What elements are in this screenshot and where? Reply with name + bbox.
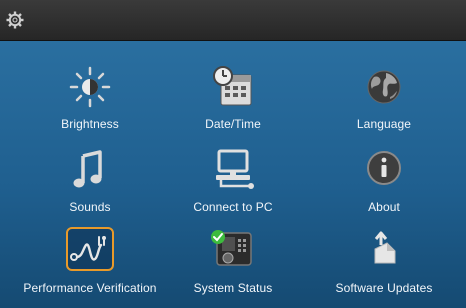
software-update-icon [374,231,396,264]
tile-date-time[interactable]: Date/Time [158,63,308,131]
tile-software-updates[interactable]: Software Updates [309,227,459,295]
tile-label: Brightness [61,117,119,131]
tile-label: Date/Time [205,117,261,131]
info-icon [367,151,401,185]
tile-label: Software Updates [335,281,433,295]
top-bar [0,0,466,41]
tile-label: Sounds [69,200,111,214]
tile-system-status[interactable]: System Status [158,227,308,295]
tile-label: About [368,200,400,214]
settings-screen: Brightness Date/Time Language Sounds Con… [0,0,466,308]
computer-icon [216,149,254,189]
tile-label: System Status [193,281,273,295]
tile-label: Connect to PC [193,200,273,214]
tile-performance-verification[interactable]: Performance Verification [15,227,165,295]
tile-sounds[interactable]: Sounds [15,146,165,214]
tile-language[interactable]: Language [309,63,459,131]
brightness-icon [69,66,111,108]
globe-icon [367,70,401,104]
tile-connect-to-pc[interactable]: Connect to PC [158,146,308,214]
settings-grid: Brightness Date/Time Language Sounds Con… [0,41,466,308]
tile-about[interactable]: About [309,146,459,214]
stethoscope-icon [70,236,106,261]
music-note-icon [73,150,102,188]
device-status-icon [211,230,252,266]
tile-brightness[interactable]: Brightness [15,63,165,131]
tile-label: Performance Verification [23,281,157,295]
calendar-clock-icon [213,66,252,106]
gear-icon[interactable] [6,11,24,29]
tile-label: Language [356,117,412,131]
